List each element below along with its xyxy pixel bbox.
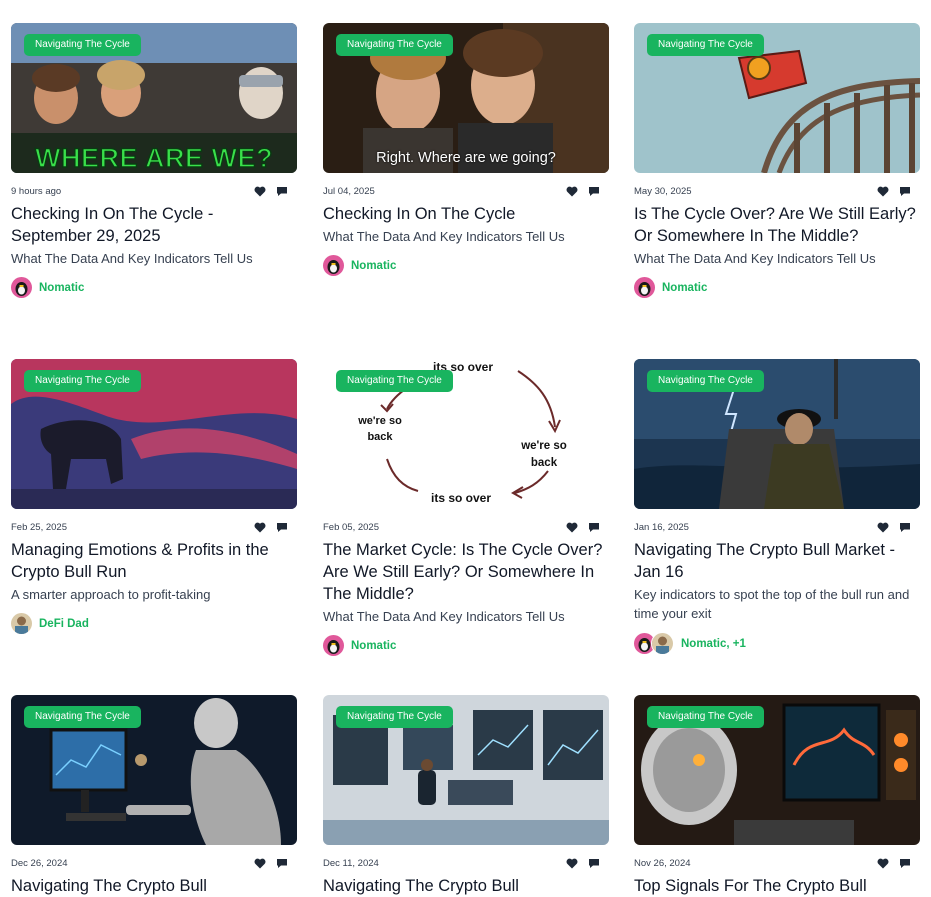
- article-card[interactable]: Navigating The Cycle May 30, 2025 Is The…: [634, 23, 920, 298]
- article-subtitle: What The Data And Key Indicators Tell Us: [323, 229, 565, 244]
- article-thumbnail[interactable]: WHERE ARE WE? Navigating The Cycle: [11, 23, 297, 173]
- author-avatar[interactable]: [634, 277, 655, 298]
- article-subtitle: What The Data And Key Indicators Tell Us: [634, 251, 876, 266]
- comment-icon[interactable]: [899, 522, 911, 533]
- category-tag[interactable]: Navigating The Cycle: [647, 706, 764, 728]
- article-card[interactable]: Navigating The Cycle Dec 11, 2024 Naviga…: [323, 695, 609, 897]
- heart-icon[interactable]: [254, 186, 266, 197]
- heart-icon[interactable]: [566, 186, 578, 197]
- heart-icon[interactable]: [877, 186, 889, 197]
- author-name[interactable]: Nomatic: [351, 260, 396, 272]
- post-date: 9 hours ago: [11, 185, 62, 197]
- category-tag[interactable]: Navigating The Cycle: [647, 34, 764, 56]
- post-date: Dec 26, 2024: [11, 857, 68, 869]
- article-thumbnail[interactable]: Navigating The Cycle: [323, 695, 609, 845]
- article-thumbnail[interactable]: Navigating The Cycle: [11, 695, 297, 845]
- article-card[interactable]: WHERE ARE WE? Navigating The Cycle 9 hou…: [11, 23, 297, 298]
- post-date: Feb 05, 2025: [323, 521, 379, 533]
- article-thumbnail[interactable]: Navigating The Cycle: [634, 359, 920, 509]
- cycle-label-bottom: its so over: [431, 491, 492, 505]
- author-avatar[interactable]: [323, 635, 344, 656]
- article-title[interactable]: Navigating The Crypto Bull: [11, 875, 297, 897]
- article-subtitle: What The Data And Key Indicators Tell Us: [323, 609, 565, 624]
- post-date: Feb 25, 2025: [11, 521, 67, 533]
- article-card[interactable]: Navigating The Cycle Feb 25, 2025 Managi…: [11, 359, 297, 634]
- author-name[interactable]: Nomatic: [662, 282, 707, 294]
- heart-icon[interactable]: [877, 522, 889, 533]
- image-caption: WHERE ARE WE?: [34, 142, 273, 173]
- author-avatar[interactable]: [11, 277, 32, 298]
- article-card[interactable]: Right. Where are we going? Navigating Th…: [323, 23, 609, 276]
- article-thumbnail[interactable]: its so over we're so back we're so back …: [323, 359, 609, 509]
- article-subtitle: Key indicators to spot the top of the bu…: [634, 587, 910, 621]
- category-tag[interactable]: Navigating The Cycle: [24, 370, 141, 392]
- heart-icon[interactable]: [877, 858, 889, 869]
- article-title[interactable]: Managing Emotions & Profits in the Crypt…: [11, 539, 297, 583]
- comment-icon[interactable]: [588, 186, 600, 197]
- author-avatar[interactable]: [323, 255, 344, 276]
- article-thumbnail[interactable]: Navigating The Cycle: [11, 359, 297, 509]
- article-thumbnail[interactable]: Navigating The Cycle: [634, 695, 920, 845]
- heart-icon[interactable]: [566, 522, 578, 533]
- article-card[interactable]: Navigating The Cycle Jan 16, 2025 Naviga…: [634, 359, 920, 655]
- article-thumbnail[interactable]: Navigating The Cycle: [634, 23, 920, 173]
- category-tag[interactable]: Navigating The Cycle: [336, 34, 453, 56]
- cycle-label-left: we're so back: [358, 415, 402, 443]
- category-tag[interactable]: Navigating The Cycle: [24, 706, 141, 728]
- post-date: Jan 16, 2025: [634, 521, 689, 533]
- category-tag[interactable]: Navigating The Cycle: [24, 34, 141, 56]
- post-date: Nov 26, 2024: [634, 857, 691, 869]
- post-date: Jul 04, 2025: [323, 185, 375, 197]
- author-avatar[interactable]: [11, 613, 32, 634]
- author-name[interactable]: Nomatic, +1: [681, 638, 746, 650]
- cycle-label-right: we're so back: [521, 440, 567, 469]
- comment-icon[interactable]: [276, 186, 288, 197]
- image-caption: Right. Where are we going?: [376, 150, 556, 166]
- comment-icon[interactable]: [899, 858, 911, 869]
- article-subtitle: What The Data And Key Indicators Tell Us: [11, 251, 253, 266]
- article-card[interactable]: Navigating The Cycle Dec 26, 2024 Naviga…: [11, 695, 297, 897]
- article-card[interactable]: Navigating The Cycle Nov 26, 2024 Top Si…: [634, 695, 920, 897]
- article-title[interactable]: Navigating The Crypto Bull Market - Jan …: [634, 539, 920, 583]
- comment-icon[interactable]: [588, 858, 600, 869]
- article-title[interactable]: Top Signals For The Crypto Bull: [634, 875, 920, 897]
- article-title[interactable]: Checking In On The Cycle: [323, 203, 609, 225]
- category-tag[interactable]: Navigating The Cycle: [336, 706, 453, 728]
- heart-icon[interactable]: [254, 858, 266, 869]
- article-title[interactable]: Checking In On The Cycle - September 29,…: [11, 203, 297, 247]
- author-name[interactable]: Nomatic: [351, 640, 396, 652]
- category-tag[interactable]: Navigating The Cycle: [336, 370, 453, 392]
- article-thumbnail[interactable]: Right. Where are we going? Navigating Th…: [323, 23, 609, 173]
- post-date: Dec 11, 2024: [323, 857, 379, 869]
- article-title[interactable]: Is The Cycle Over? Are We Still Early? O…: [634, 203, 920, 247]
- post-date: May 30, 2025: [634, 185, 692, 197]
- category-tag[interactable]: Navigating The Cycle: [647, 370, 764, 392]
- author-avatar[interactable]: [651, 632, 674, 655]
- comment-icon[interactable]: [899, 186, 911, 197]
- author-name[interactable]: Nomatic: [39, 282, 84, 294]
- article-subtitle: A smarter approach to profit-taking: [11, 587, 211, 602]
- article-card[interactable]: its so over we're so back we're so back …: [323, 359, 609, 656]
- article-title[interactable]: Navigating The Crypto Bull: [323, 875, 609, 897]
- comment-icon[interactable]: [276, 522, 288, 533]
- heart-icon[interactable]: [254, 522, 266, 533]
- heart-icon[interactable]: [566, 858, 578, 869]
- comment-icon[interactable]: [276, 858, 288, 869]
- author-name[interactable]: DeFi Dad: [39, 618, 89, 630]
- comment-icon[interactable]: [588, 522, 600, 533]
- article-title[interactable]: The Market Cycle: Is The Cycle Over? Are…: [323, 539, 609, 605]
